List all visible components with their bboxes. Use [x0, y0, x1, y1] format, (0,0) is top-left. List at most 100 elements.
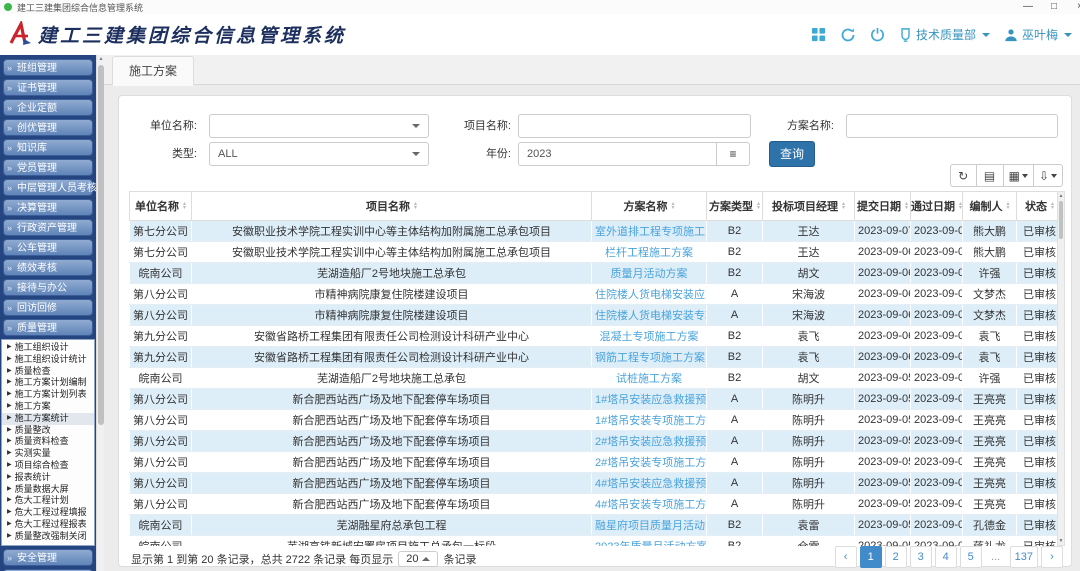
sidebar-item[interactable]: »中层管理人员考核	[3, 179, 93, 196]
plan-link[interactable]: 4#塔吊安装应急救援预案	[595, 478, 707, 490]
sort-icon: ▴▾	[1051, 202, 1054, 210]
sidebar-item[interactable]: » 绩效考核	[3, 259, 93, 276]
plan-link[interactable]: 住院楼人货电梯安装应急救援预案	[595, 289, 707, 301]
sidebar-item[interactable]: »证书管理	[3, 79, 93, 96]
page-size-select[interactable]: 20	[398, 551, 438, 567]
sidebar-subitem[interactable]: ▶质量整改强制关闭	[2, 531, 94, 543]
unit-name-select[interactable]	[209, 114, 429, 138]
sidebar-subitem[interactable]: ▶质量数据大屏	[2, 484, 94, 496]
table-cell: 2023-09-07	[911, 515, 963, 536]
sidebar-subitem[interactable]: ▶危大工程过程填报	[2, 507, 94, 519]
sidebar-subitem[interactable]: ▶项目综合检查	[2, 460, 94, 472]
column-header[interactable]: 提交日期▴▾	[855, 192, 911, 221]
column-header[interactable]: 状态▴▾	[1017, 192, 1063, 221]
prev-page-button[interactable]: ‹	[835, 546, 857, 568]
sidebar-item[interactable]: »回访回修	[3, 299, 93, 316]
plan-link[interactable]: 质量月活动方案	[611, 268, 688, 280]
plan-link[interactable]: 1#塔吊安装专项施工方案	[595, 415, 707, 427]
plan-link[interactable]: 4#塔吊安装专项施工方案	[595, 499, 707, 511]
sidebar-subitem[interactable]: ▶施工方案计划编制	[2, 377, 94, 389]
plan-link[interactable]: 钢筋工程专项施工方案	[595, 352, 705, 364]
refresh-table-button[interactable]: ↻	[950, 164, 977, 187]
app-header: 建工三建集团综合信息管理系统	[0, 14, 1080, 56]
table-scrollbar[interactable]: ▲ ▼	[1057, 191, 1065, 546]
plan-link[interactable]: 试桩施工方案	[616, 373, 682, 385]
minimize-button[interactable]: —	[1022, 0, 1034, 14]
power-icon[interactable]	[870, 27, 885, 42]
maximize-button[interactable]: □	[1048, 0, 1060, 14]
sidebar-scrollbar[interactable]: ▲	[96, 55, 104, 571]
tab-construction-plan[interactable]: 施工方案	[112, 56, 194, 86]
sidebar-item[interactable]: »班组管理	[3, 59, 93, 76]
plan-name-input[interactable]	[846, 114, 1058, 138]
column-header[interactable]: 项目名称▴▾	[192, 192, 592, 221]
plan-link[interactable]: 2#塔吊安装专项施工方案	[595, 457, 707, 469]
plan-link[interactable]: 1#塔吊安装应急救援预案	[595, 394, 707, 406]
column-header[interactable]: 单位名称▴▾	[130, 192, 192, 221]
plan-link[interactable]: 栏杆工程施工方案	[605, 247, 693, 259]
page-button[interactable]: 4	[935, 546, 957, 568]
project-name-input[interactable]	[518, 114, 751, 138]
sidebar-subitem[interactable]: ▶危大工程过程报表	[2, 519, 94, 531]
sidebar-item[interactable]: »党员管理	[3, 159, 93, 176]
page-button[interactable]: 2	[885, 546, 907, 568]
plan-link[interactable]: 2#塔吊安装应急救援预案	[595, 436, 707, 448]
sidebar-subitem[interactable]: ▶施工方案计划列表	[2, 389, 94, 401]
column-header[interactable]: 通过日期▴▾	[911, 192, 963, 221]
sidebar-subitem[interactable]: ▶质量资料检查	[2, 436, 94, 448]
table-cell: 2023-09-05	[911, 536, 963, 547]
sidebar-item[interactable]: »企业定额	[3, 99, 93, 116]
plan-link[interactable]: 室外道排工程专项施工方案	[595, 226, 707, 238]
year-input[interactable]	[518, 142, 717, 166]
type-select[interactable]: ALL	[209, 142, 429, 166]
sidebar-subitem[interactable]: ▶施工方案统计	[2, 413, 94, 425]
close-button[interactable]: ×	[1074, 0, 1080, 14]
sidebar-subitem[interactable]: ▶施工方案	[2, 401, 94, 413]
sidebar-subitem[interactable]: ▶质量检查	[2, 366, 94, 378]
page-button[interactable]: 5	[960, 546, 982, 568]
chevrons-icon: »	[7, 260, 12, 277]
sidebar-item[interactable]: »接待与办公	[3, 279, 93, 296]
table-scroll-thumb[interactable]	[1059, 201, 1063, 239]
sidebar-subitem[interactable]: ▶实测实量	[2, 448, 94, 460]
scroll-up-icon[interactable]: ▲	[1058, 193, 1064, 199]
user-menu[interactable]: 巫叶梅	[1004, 26, 1072, 43]
refresh-icon[interactable]	[840, 27, 856, 43]
sidebar-item[interactable]: »行政资产管理	[3, 219, 93, 236]
sidebar-item[interactable]: »知识库	[3, 139, 93, 156]
sidebar-subitem[interactable]: ▶施工组织设计统计	[2, 354, 94, 366]
sidebar-item[interactable]: »公车管理	[3, 239, 93, 256]
columns-button[interactable]: ▦	[1004, 164, 1034, 187]
department-menu[interactable]: 技术质量部	[899, 26, 990, 43]
column-header[interactable]: 编制人▴▾	[963, 192, 1017, 221]
plan-link[interactable]: 2023年质量月活动方案	[595, 541, 707, 546]
column-header[interactable]: 方案类型▴▾	[707, 192, 763, 221]
export-button[interactable]: ⇩	[1034, 164, 1063, 187]
chevron-down-icon	[1064, 33, 1072, 37]
table-row: 第七分公司安徽职业技术学院工程实训中心等主体结构加附属施工总承包项目室外道排工程…	[130, 221, 1063, 242]
page-button[interactable]: 137	[1010, 546, 1038, 568]
sidebar-item[interactable]: »决算管理	[3, 199, 93, 216]
column-header[interactable]: 投标项目经理▴▾	[763, 192, 855, 221]
sidebar-subitem[interactable]: ▶报表统计	[2, 472, 94, 484]
search-button[interactable]: 查询	[769, 141, 815, 167]
page-button[interactable]: 3	[910, 546, 932, 568]
sidebar-subitem[interactable]: ▶施工组织设计	[2, 342, 94, 354]
plan-link[interactable]: 混凝土专项施工方案	[600, 331, 699, 343]
year-picker-button[interactable]: ≡	[717, 142, 750, 166]
toggle-view-button[interactable]: ▤	[977, 164, 1004, 187]
plan-link[interactable]: 融星府项目质量月活动方案	[595, 520, 707, 532]
sidebar-item[interactable]: »安全管理	[3, 549, 93, 566]
table-cell: 王亮亮	[963, 410, 1017, 431]
sidebar-item[interactable]: »创优管理	[3, 119, 93, 136]
sidebar-subitem[interactable]: ▶质量整改	[2, 425, 94, 437]
column-header[interactable]: 方案名称▴▾	[592, 192, 707, 221]
sidebar-item-label: 绩效考核	[17, 263, 57, 274]
plan-link[interactable]: 住院楼人货电梯安装专项施工方案	[595, 310, 707, 322]
sidebar-item[interactable]: »质量管理	[3, 319, 93, 336]
next-page-button[interactable]: ›	[1041, 546, 1063, 568]
scroll-down-icon[interactable]: ▼	[1058, 538, 1064, 544]
apps-grid-icon[interactable]	[811, 27, 826, 42]
page-button[interactable]: 1	[860, 546, 882, 568]
sidebar-subitem[interactable]: ▶危大工程计划	[2, 495, 94, 507]
